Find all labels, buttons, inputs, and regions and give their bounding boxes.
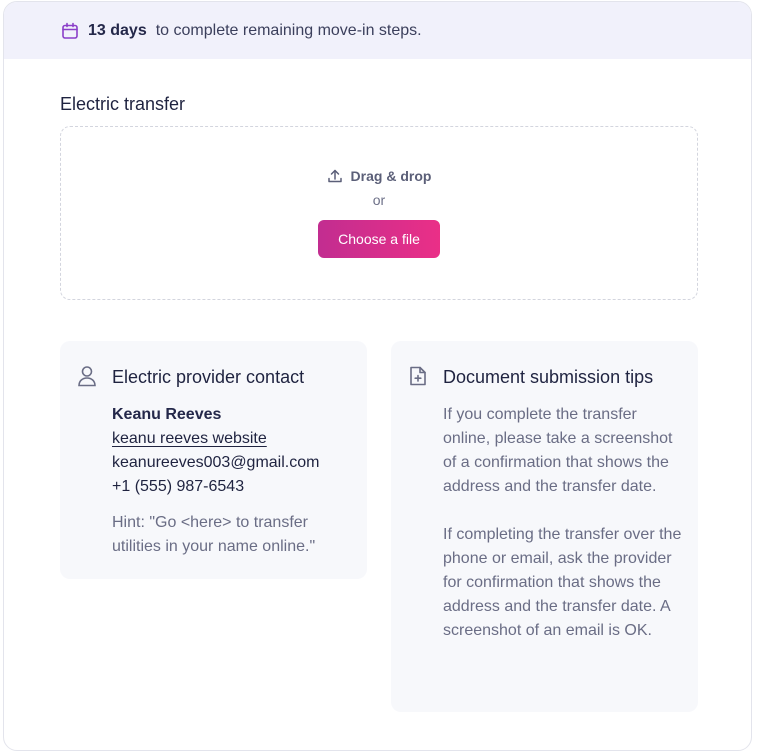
contact-title: Electric provider contact: [112, 367, 305, 387]
calendar-icon: [61, 22, 79, 40]
provider-contact-panel: Electric provider contact Keanu Reeves k…: [60, 341, 367, 579]
contact-email: keanureeves003@gmail.com: [112, 454, 320, 471]
or-separator: or: [372, 192, 386, 208]
days-remaining: 13 days: [88, 21, 147, 39]
tips-paragraph-phone: If completing the transfer over the phon…: [443, 526, 682, 639]
contact-phone: +1 (555) 987-6543: [112, 478, 245, 495]
person-icon: [77, 365, 97, 387]
file-dropzone[interactable]: Drag & drop or Choose a file: [60, 126, 698, 300]
tips-paragraph-online: If you complete the transfer online, ple…: [443, 406, 673, 495]
upload-section-title: Electric transfer: [60, 94, 186, 114]
provider-website-link[interactable]: keanu reeves website: [112, 430, 267, 447]
contact-details: Keanu Reeves keanu reeves website keanur…: [112, 403, 352, 559]
drag-drop-row: Drag & drop: [327, 168, 432, 184]
contact-name: Keanu Reeves: [112, 406, 222, 423]
move-in-card: 13 days to complete remaining move-in st…: [3, 1, 752, 751]
tips-title: Document submission tips: [443, 367, 654, 387]
choose-file-button[interactable]: Choose a file: [318, 220, 440, 258]
drag-drop-label: Drag & drop: [350, 168, 432, 184]
submission-tips-panel: Document submission tips If you complete…: [391, 341, 698, 712]
upload-icon: [327, 168, 343, 184]
banner-message: to complete remaining move-in steps.: [155, 21, 422, 39]
document-plus-icon: [408, 365, 428, 387]
tips-text: If you complete the transfer online, ple…: [443, 403, 683, 667]
contact-hint: Hint: "Go <here> to transfer utilities i…: [112, 514, 316, 555]
deadline-banner: 13 days to complete remaining move-in st…: [4, 2, 751, 59]
